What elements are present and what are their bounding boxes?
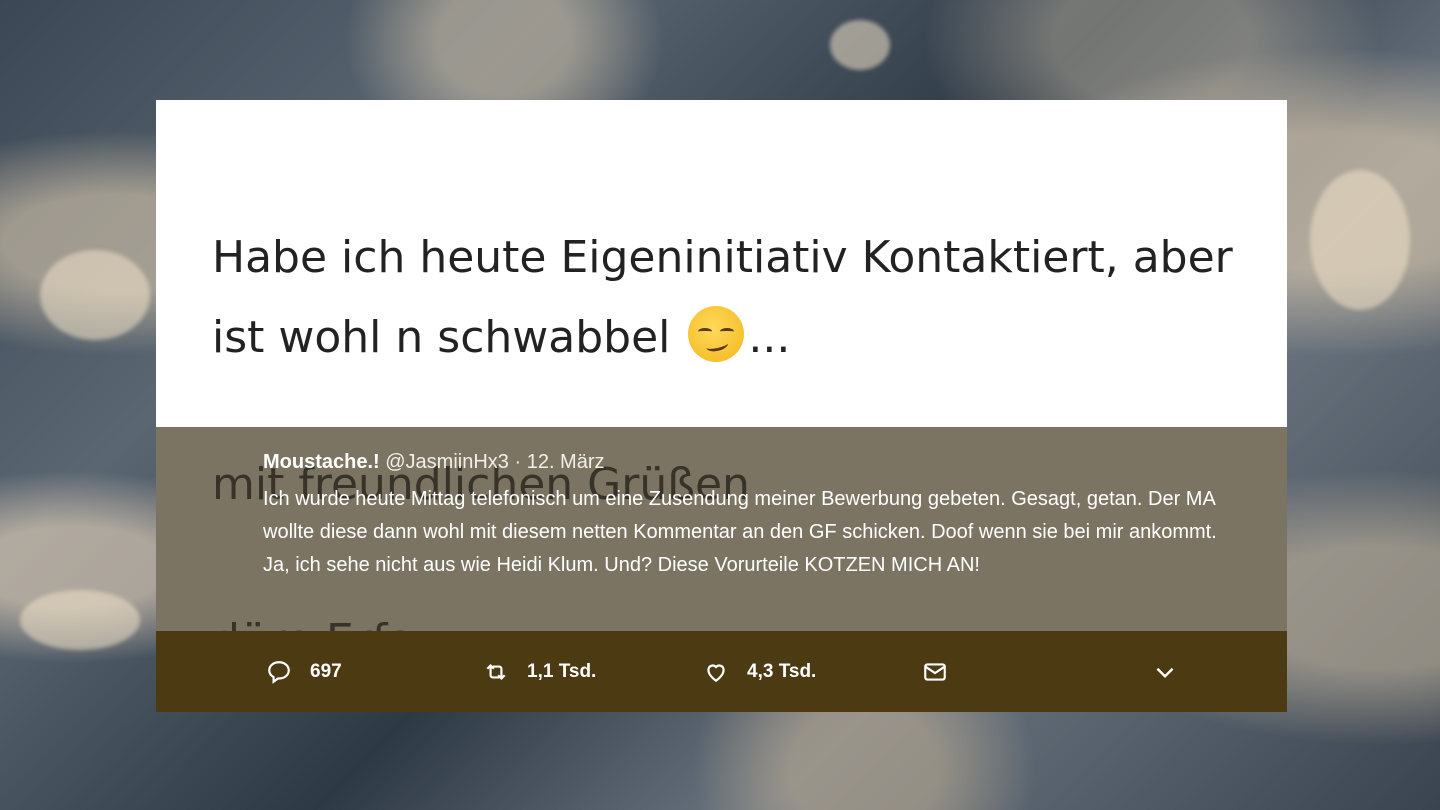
like-button[interactable]: 4,3 Tsd. <box>703 631 816 712</box>
wall-texture <box>1310 170 1410 310</box>
quoted-tweet-text: Ich wurde heute Mittag telefonisch um ei… <box>263 488 1217 576</box>
tweet-text: Habe ich heute Eigeninitiativ Kontaktier… <box>212 218 1282 378</box>
ghost-text-line2: düre Erfa <box>212 615 414 631</box>
quoted-tweet-header: Moustache.! @JasmiinHx3 · 12. März <box>263 451 605 474</box>
reply-count: 697 <box>310 660 342 682</box>
reply-button[interactable]: 697 <box>266 631 342 712</box>
reply-icon <box>268 660 290 684</box>
quoted-tweet-date[interactable]: · 12. März <box>514 451 604 473</box>
more-options-button[interactable] <box>1152 631 1196 712</box>
wall-texture <box>20 590 140 650</box>
retweet-count: 1,1 Tsd. <box>527 660 597 682</box>
tweet-text-line1: Habe ich heute Eigeninitiativ Kontaktier… <box>212 232 1233 283</box>
like-count: 4,3 Tsd. <box>747 660 817 682</box>
smirking-face-emoji-icon <box>688 306 745 362</box>
like-icon <box>707 664 725 682</box>
tweet-text-ellipsis: ... <box>748 312 791 363</box>
tweet-text-line2: ist wohl n schwabbel <box>212 312 671 363</box>
quoted-author-name[interactable]: Moustache.! <box>263 451 380 473</box>
wall-texture <box>40 250 150 340</box>
retweet-icon <box>486 663 506 680</box>
tweet-card: Habe ich heute Eigeninitiativ Kontaktier… <box>156 100 1287 712</box>
chevron-down-icon <box>1156 667 1174 678</box>
quoted-tweet[interactable]: mit freundlichen Grüßen düre Erfa Mousta… <box>156 427 1287 631</box>
direct-message-button[interactable] <box>922 631 966 712</box>
tweet-action-bar: 697 1,1 Tsd. 4,3 Tsd. <box>156 631 1287 712</box>
wall-texture <box>830 20 890 70</box>
retweet-button[interactable]: 1,1 Tsd. <box>483 631 596 712</box>
quoted-author-handle[interactable]: @JasmiinHx3 <box>385 451 509 473</box>
mail-icon <box>924 662 946 681</box>
